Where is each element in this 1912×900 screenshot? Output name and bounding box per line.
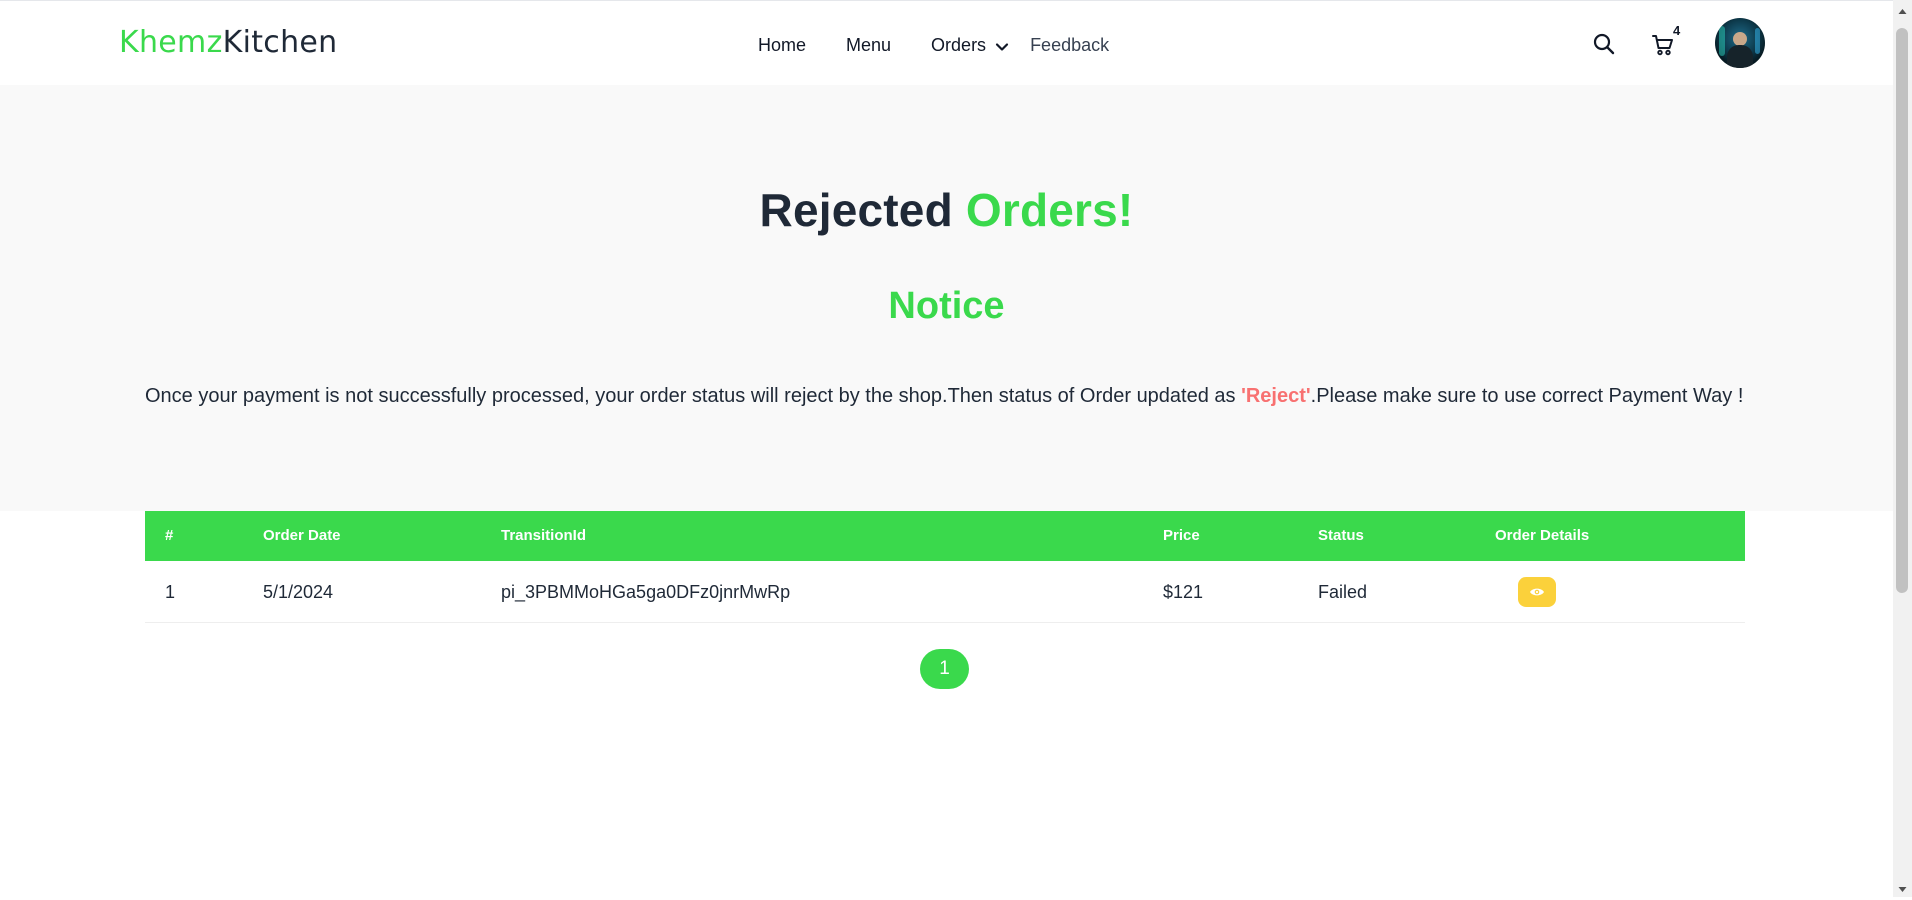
scroll-up-arrow-icon[interactable] (1897, 4, 1908, 15)
table-header-row: # Order Date TransitionId Price Status O… (145, 511, 1745, 561)
header-order-details: Order Details (1495, 527, 1590, 544)
nav-orders-dropdown[interactable]: Orders (931, 35, 1009, 56)
nav-orders-label: Orders (931, 34, 987, 55)
pagination-page-button[interactable]: 1 (920, 649, 969, 689)
cell-number: 1 (165, 582, 176, 602)
eye-icon (1530, 588, 1544, 596)
table-row: 1 5/1/2024 pi_3PBMMoHGa5ga0DFz0jnrMwRp $… (145, 561, 1745, 623)
cart-count-badge: 4 (1673, 23, 1681, 38)
page-title: Rejected Orders! (0, 183, 1893, 237)
cell-price: $121 (1163, 582, 1204, 602)
nav-home[interactable]: Home (758, 35, 806, 56)
header-order-date: Order Date (263, 527, 341, 544)
nav-feedback[interactable]: Feedback (1030, 35, 1109, 56)
page-title-part2: Orders! (965, 184, 1134, 236)
user-avatar[interactable] (1715, 18, 1765, 68)
header-number: # (165, 527, 174, 544)
search-icon[interactable] (1592, 32, 1616, 56)
page-title-part1: Rejected (759, 184, 953, 236)
brand-name-part1: Khemz (119, 25, 223, 60)
header-price: Price (1163, 527, 1200, 544)
cart-icon[interactable] (1651, 33, 1675, 57)
header-status: Status (1318, 527, 1364, 544)
scroll-down-arrow-icon[interactable] (1897, 882, 1908, 893)
notice-reject-highlight: 'Reject' (1241, 385, 1311, 407)
notice-text-after: .Please make sure to use correct Payment… (1310, 385, 1744, 407)
notice-text-before: Once your payment is not successfully pr… (145, 385, 1242, 407)
top-navbar: KhemzKitchen Home Menu Orders Feedback 4 (0, 0, 1893, 86)
header-transition-id: TransitionId (501, 527, 587, 544)
view-order-details-button[interactable] (1518, 577, 1556, 607)
main-nav: Home Menu Orders Feedback (758, 32, 1149, 58)
brand-name-part2: Kitchen (222, 25, 338, 60)
scrollbar-thumb[interactable] (1896, 28, 1908, 593)
cell-status: Failed (1318, 582, 1368, 602)
brand-logo[interactable]: KhemzKitchen (119, 25, 337, 60)
notice-text: Once your payment is not successfully pr… (145, 385, 1743, 408)
notice-heading: Notice (888, 285, 1005, 327)
nav-menu[interactable]: Menu (846, 35, 891, 56)
chevron-down-icon (995, 38, 1009, 52)
orders-table: # Order Date TransitionId Price Status O… (145, 511, 1745, 623)
cell-order-date: 5/1/2024 (263, 582, 334, 602)
cell-transition-id: pi_3PBMMoHGa5ga0DFz0jnrMwRp (501, 582, 791, 602)
